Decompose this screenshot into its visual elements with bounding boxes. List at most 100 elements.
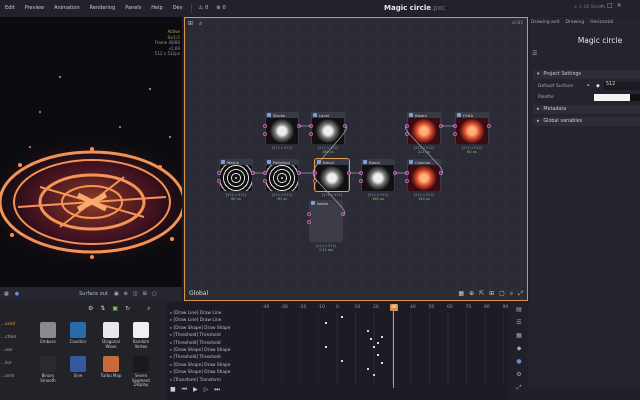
keyframe[interactable] bbox=[381, 336, 383, 338]
collection-item[interactable]: Random Vertex bbox=[128, 322, 154, 349]
palette-swatch-dark[interactable] bbox=[630, 94, 640, 101]
timeline-track[interactable]: ▸ [Draw Line] Draw Line bbox=[170, 310, 252, 317]
menu-list-icon[interactable]: ☰ bbox=[532, 50, 537, 57]
node-graph-panel[interactable]: ⊞ ⌕ x0.85 Stroke [512 x 512] Level [512 x 5… bbox=[184, 17, 528, 301]
tab-horizontal[interactable]: Horizontal bbox=[590, 20, 613, 25]
search-icon[interactable]: ⌕ bbox=[199, 20, 202, 28]
graph-node[interactable]: Blend bbox=[314, 158, 350, 192]
keyframe[interactable] bbox=[367, 330, 369, 332]
output-port[interactable] bbox=[393, 171, 397, 175]
collection-item[interactable]: Diagonal Wave bbox=[98, 322, 124, 349]
graph-node[interactable]: Colorize bbox=[407, 159, 441, 191]
menu-dev[interactable]: Dev bbox=[168, 5, 188, 11]
input-port[interactable] bbox=[307, 220, 311, 224]
menu-help[interactable]: Help bbox=[146, 5, 167, 11]
preview-tool-icon-a[interactable]: ▣ bbox=[114, 291, 119, 297]
input-port[interactable] bbox=[263, 124, 267, 128]
section-metadata[interactable]: ▸ Metadata bbox=[533, 105, 640, 114]
graph-node[interactable]: Level bbox=[311, 112, 345, 144]
zoom-icon[interactable]: ⌕ bbox=[510, 290, 513, 298]
output-port[interactable] bbox=[251, 171, 255, 175]
link-icon[interactable]: ⚭ bbox=[586, 83, 590, 89]
output-port[interactable] bbox=[297, 124, 301, 128]
section-project-settings[interactable]: ▾ Project Settings bbox=[533, 70, 640, 79]
menu-panels[interactable]: Panels bbox=[120, 5, 146, 11]
preview-panel[interactable]: Active 0s/1/2 Frame 40/80 x1.69 512 x 51… bbox=[0, 17, 182, 287]
timeline-track[interactable]: ▸ [Transform] Transform bbox=[170, 377, 252, 384]
frame-icon[interactable]: ▢ bbox=[499, 290, 505, 298]
list-tool-icon[interactable]: ☰ bbox=[516, 319, 521, 326]
current-frame-indicator[interactable]: 40 bbox=[390, 304, 398, 311]
preview-tool-icon-e[interactable]: ▢ bbox=[152, 291, 157, 297]
target-icon[interactable]: ⊕ bbox=[469, 290, 474, 298]
category-item[interactable]: ...tor bbox=[1, 357, 25, 370]
close-icon[interactable]: ✕ bbox=[617, 2, 622, 9]
timeline-track[interactable]: ▸ [Threshold] Threshold bbox=[170, 332, 252, 339]
minimize-icon[interactable]: – bbox=[600, 2, 603, 9]
keyframe[interactable] bbox=[377, 342, 379, 344]
keyframe[interactable] bbox=[381, 362, 383, 364]
output-port[interactable] bbox=[439, 171, 443, 175]
filter-icon[interactable]: ⇅ bbox=[100, 305, 105, 313]
default-surface-input[interactable]: 512 bbox=[604, 82, 640, 90]
input-port[interactable] bbox=[309, 124, 313, 128]
output-port[interactable] bbox=[347, 171, 351, 175]
output-port[interactable] bbox=[487, 124, 491, 128]
input-port[interactable] bbox=[263, 132, 267, 136]
input-port[interactable] bbox=[217, 171, 221, 175]
graph-node[interactable]: Polishing bbox=[265, 159, 299, 191]
preview-tool-icon-b[interactable]: ⊕ bbox=[124, 291, 128, 297]
play-icon[interactable]: ▶ bbox=[193, 386, 198, 394]
collection-item[interactable]: Seven Segment Display bbox=[128, 356, 154, 388]
input-port[interactable] bbox=[309, 132, 313, 136]
collection-item[interactable]: Caustics bbox=[65, 322, 91, 345]
tab-drawing-exit[interactable]: Drawing exit bbox=[531, 20, 560, 25]
rewind-icon[interactable]: ⏮ bbox=[182, 386, 187, 394]
input-port[interactable] bbox=[405, 132, 409, 136]
input-port[interactable] bbox=[405, 179, 409, 183]
graph-node[interactable]: Matrix bbox=[219, 159, 253, 191]
input-port[interactable] bbox=[263, 171, 267, 175]
refresh-icon[interactable]: ↻ bbox=[125, 305, 130, 313]
graph-node[interactable]: Stroke bbox=[265, 112, 299, 144]
category-item[interactable]: ...ction bbox=[1, 331, 25, 344]
warning-counter[interactable]: ⚠ 0 bbox=[195, 5, 213, 11]
input-port[interactable] bbox=[359, 179, 363, 183]
input-port[interactable] bbox=[217, 179, 221, 183]
menu-rendering[interactable]: Rendering bbox=[85, 5, 121, 11]
layout-icon[interactable]: ⊞ bbox=[489, 290, 494, 298]
keyframe[interactable] bbox=[367, 368, 369, 370]
folder-tool-icon[interactable]: ▤ bbox=[516, 306, 522, 313]
input-port[interactable] bbox=[313, 179, 317, 183]
stop-icon[interactable]: ■ bbox=[170, 386, 176, 394]
keyframe[interactable] bbox=[377, 354, 379, 356]
tab-drawing[interactable]: Drawing bbox=[566, 20, 585, 25]
settings-icon[interactable]: ⚙ bbox=[88, 305, 93, 313]
output-port[interactable] bbox=[343, 124, 347, 128]
category-item[interactable]: ...sred bbox=[1, 318, 25, 331]
input-port[interactable] bbox=[307, 212, 311, 216]
error-counter[interactable]: ⊗ 0 bbox=[212, 5, 229, 11]
input-port[interactable] bbox=[453, 124, 457, 128]
section-global-variables[interactable]: ▸ Global variables bbox=[533, 117, 640, 126]
input-port[interactable] bbox=[359, 171, 363, 175]
graph-node[interactable]: Bloom bbox=[407, 112, 441, 144]
timeline-track[interactable]: ▸ [Draw Shape] Draw Shape bbox=[170, 369, 252, 376]
output-port[interactable] bbox=[439, 124, 443, 128]
keyframe[interactable] bbox=[341, 360, 343, 362]
collection-search-icon[interactable]: ⌕ bbox=[147, 305, 150, 313]
collection-item[interactable]: Sine bbox=[65, 356, 91, 379]
category-item[interactable]: ...ear bbox=[1, 344, 25, 357]
keyframe[interactable] bbox=[373, 374, 375, 376]
folder-icon[interactable]: ▣ bbox=[112, 305, 118, 313]
graph-node[interactable]: Blend bbox=[361, 159, 395, 191]
graph-node[interactable]: Isotile bbox=[309, 200, 343, 242]
timeline-dopesheet[interactable] bbox=[255, 302, 523, 384]
input-port[interactable] bbox=[405, 171, 409, 175]
keyframe[interactable] bbox=[325, 346, 327, 348]
input-port[interactable] bbox=[453, 132, 457, 136]
input-port[interactable] bbox=[405, 124, 409, 128]
timeline-track[interactable]: ▸ [Draw Shape] Draw Shape bbox=[170, 325, 252, 332]
grid-toggle-icon[interactable]: ▦ bbox=[458, 290, 464, 298]
add-node-icon[interactable]: ⊞ bbox=[188, 20, 193, 27]
